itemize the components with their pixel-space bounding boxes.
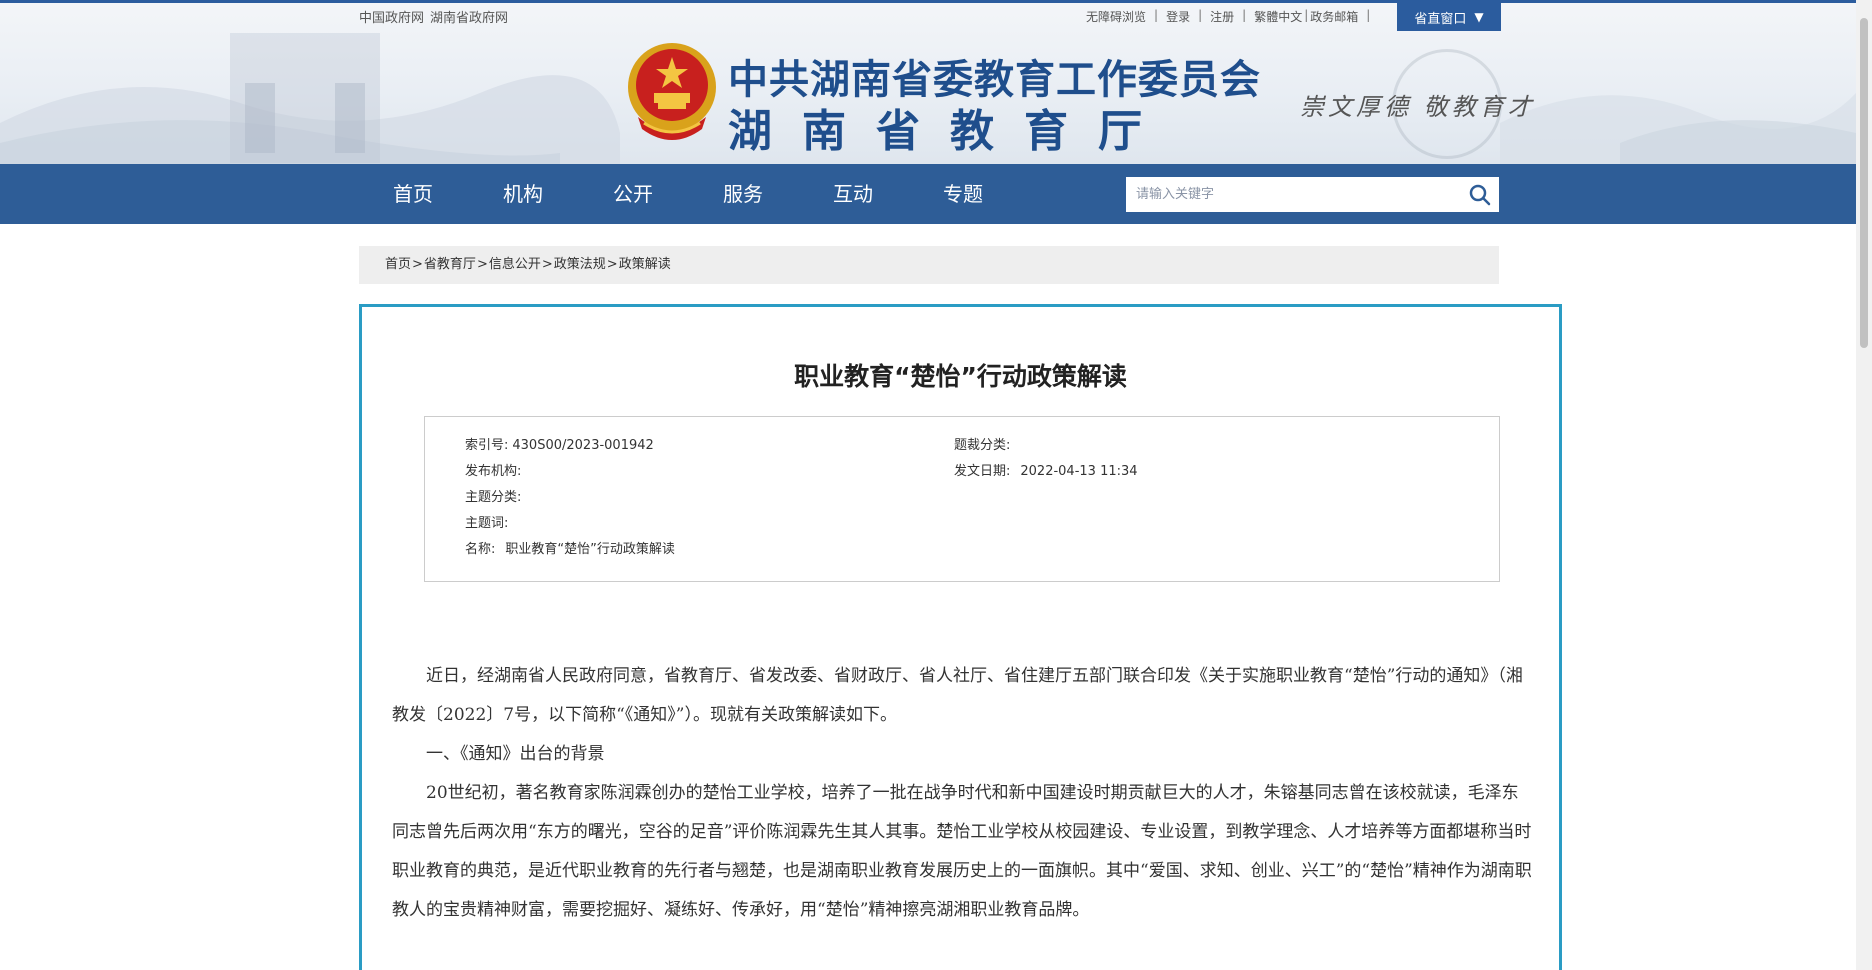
separator: |	[1242, 8, 1247, 22]
meta-publisher-label: 发布机构:	[465, 464, 522, 479]
article-paragraph: 近日，经湖南省人民政府同意，省教育厅、省发改委、省财政厅、省人社厅、省住建厅五部…	[392, 666, 1523, 725]
nav-item-topics[interactable]: 专题	[943, 164, 983, 224]
article-meta-box: 索引号: 430S00/2023-001942 题裁分类: 发布机构: 发文日期:…	[424, 416, 1500, 582]
separator: |	[1154, 8, 1159, 22]
national-emblem-icon	[628, 43, 716, 140]
meta-index-label: 索引号:	[465, 438, 509, 453]
main-nav: 首页 机构 公开 服务 互动 专题	[0, 164, 1856, 224]
search-icon[interactable]	[1469, 184, 1491, 206]
article-title: 职业教育“楚怡”行动政策解读	[794, 362, 1127, 391]
breadcrumb-info-public[interactable]: 信息公开	[489, 246, 541, 284]
link-gov-mail[interactable]: 政务邮箱	[1310, 8, 1358, 25]
site-title-line2: 湖南省教育厅	[728, 106, 1172, 157]
breadcrumb-policy-interpretation[interactable]: 政策解读	[619, 246, 671, 284]
triangle-down-icon: ▼	[1474, 10, 1484, 24]
search-input[interactable]	[1126, 177, 1446, 212]
link-accessibility[interactable]: 无障碍浏览	[1086, 8, 1146, 25]
meta-genre: 题裁分类:	[954, 434, 1014, 453]
provincial-window-button[interactable]: 省直窗口 ▼	[1397, 3, 1501, 31]
top-links-right: 无障碍浏览 | 登录 | 注册 | 繁體中文 | 政务邮箱 |	[1086, 8, 1378, 25]
site-slogan: 崇文厚德 敬教育才	[1300, 93, 1536, 121]
meta-keywords: 主题词:	[465, 512, 512, 531]
article-card: 职业教育“楚怡”行动政策解读 索引号: 430S00/2023-001942 题裁…	[359, 304, 1562, 970]
link-register[interactable]: 注册	[1210, 8, 1234, 25]
header-banner: 中国政府网 湖南省政府网 无障碍浏览 | 登录 | 注册 | 繁體中文 | 政务邮…	[0, 3, 1856, 164]
meta-genre-label: 题裁分类:	[954, 438, 1011, 453]
nav-item-home[interactable]: 首页	[393, 164, 433, 224]
breadcrumb-home[interactable]: 首页	[385, 246, 411, 284]
separator: |	[1198, 8, 1203, 22]
meta-topic-label: 主题分类:	[465, 490, 522, 505]
link-hunan-gov[interactable]: 湖南省政府网	[430, 11, 508, 26]
article-paragraph: 20世纪初，著名教育家陈润霖创办的楚怡工业学校，培养了一批在战争时代和新中国建设…	[392, 783, 1532, 920]
meta-index: 索引号: 430S00/2023-001942	[465, 434, 654, 453]
separator: |	[1366, 8, 1371, 22]
provincial-window-label: 省直窗口	[1414, 11, 1467, 27]
nav-item-service[interactable]: 服务	[723, 164, 763, 224]
meta-name: 名称: 职业教育“楚怡”行动政策解读	[465, 538, 675, 557]
nav-item-interaction[interactable]: 互动	[833, 164, 873, 224]
breadcrumb: 首页 > 省教育厅 > 信息公开 > 政策法规 > 政策解读	[359, 246, 1499, 284]
link-traditional-chinese[interactable]: 繁體中文	[1254, 8, 1302, 25]
meta-publisher: 发布机构:	[465, 460, 525, 479]
search-box	[1126, 177, 1499, 212]
breadcrumb-education-dept[interactable]: 省教育厅	[424, 246, 476, 284]
nav-item-organization[interactable]: 机构	[503, 164, 543, 224]
meta-name-value: 职业教育“楚怡”行动政策解读	[505, 542, 675, 557]
separator: |	[1304, 8, 1309, 22]
meta-date: 发文日期: 2022-04-13 11:34	[954, 460, 1138, 479]
meta-index-value: 430S00/2023-001942	[512, 438, 654, 453]
meta-date-label: 发文日期:	[954, 464, 1011, 479]
meta-topic: 主题分类:	[465, 486, 525, 505]
meta-date-value: 2022-04-13 11:34	[1020, 464, 1138, 479]
article-body: 近日，经湖南省人民政府同意，省教育厅、省发改委、省财政厅、省人社厅、省住建厅五部…	[392, 657, 1532, 930]
nav-item-public[interactable]: 公开	[613, 164, 653, 224]
breadcrumb-policy-regulations[interactable]: 政策法规	[554, 246, 606, 284]
top-links-left: 中国政府网 湖南省政府网	[359, 7, 514, 26]
page-scrollbar[interactable]	[1856, 0, 1872, 970]
meta-keywords-label: 主题词:	[465, 516, 509, 531]
meta-name-label: 名称:	[465, 542, 496, 557]
link-gov-cn[interactable]: 中国政府网	[359, 11, 424, 26]
article-section-heading: 一、《通知》出台的背景	[426, 744, 605, 764]
scrollbar-thumb[interactable]	[1860, 18, 1868, 348]
link-login[interactable]: 登录	[1166, 8, 1190, 25]
